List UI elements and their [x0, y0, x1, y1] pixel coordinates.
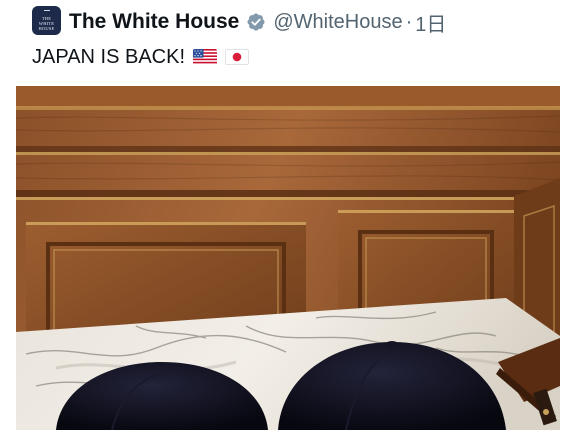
author-handle[interactable]: @WhiteHouse: [273, 11, 402, 34]
author-row: The White House @WhiteHouse · 1日: [69, 8, 446, 36]
author-display-name[interactable]: The White House: [69, 10, 239, 34]
tweet-photo[interactable]: [16, 86, 560, 430]
verified-badge-icon: [247, 13, 265, 31]
tweet-timestamp[interactable]: 1日: [415, 8, 446, 37]
japan-flag-icon: [225, 49, 250, 65]
wood-top-rail: [16, 86, 560, 108]
avatar[interactable]: THE WHITE HOUSE: [32, 6, 61, 35]
avatar-text-line: HOUSE: [38, 26, 55, 31]
seal-icon: [43, 10, 50, 15]
separator-dot: ·: [405, 10, 413, 33]
tweet-header: THE WHITE HOUSE The White House @WhiteHo…: [0, 0, 576, 86]
tweet-text-row: JAPAN IS BACK!: [32, 44, 250, 70]
us-flag-icon: [193, 49, 218, 65]
tweet-text: JAPAN IS BACK!: [32, 45, 186, 68]
